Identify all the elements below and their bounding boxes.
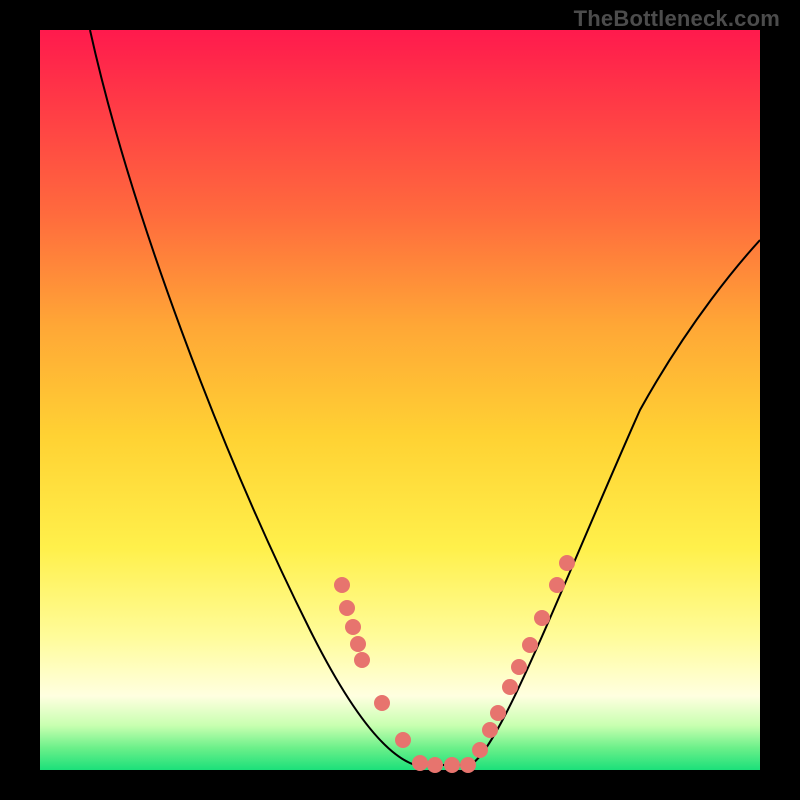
data-point — [350, 636, 366, 652]
data-point — [412, 755, 428, 771]
data-point — [339, 600, 355, 616]
data-point — [472, 742, 488, 758]
data-point — [482, 722, 498, 738]
plot-area — [40, 30, 760, 770]
data-point — [522, 637, 538, 653]
data-point — [490, 705, 506, 721]
data-point — [460, 757, 476, 773]
data-point — [345, 619, 361, 635]
data-point — [374, 695, 390, 711]
data-point — [534, 610, 550, 626]
data-point — [559, 555, 575, 571]
curve-layer — [40, 30, 760, 770]
data-point — [502, 679, 518, 695]
bottleneck-curve — [90, 30, 760, 765]
data-point — [444, 757, 460, 773]
chart-frame: TheBottleneck.com — [0, 0, 800, 800]
data-point — [427, 757, 443, 773]
watermark-text: TheBottleneck.com — [574, 6, 780, 32]
data-point — [511, 659, 527, 675]
data-point — [354, 652, 370, 668]
data-point — [334, 577, 350, 593]
data-point — [395, 732, 411, 748]
data-point — [549, 577, 565, 593]
